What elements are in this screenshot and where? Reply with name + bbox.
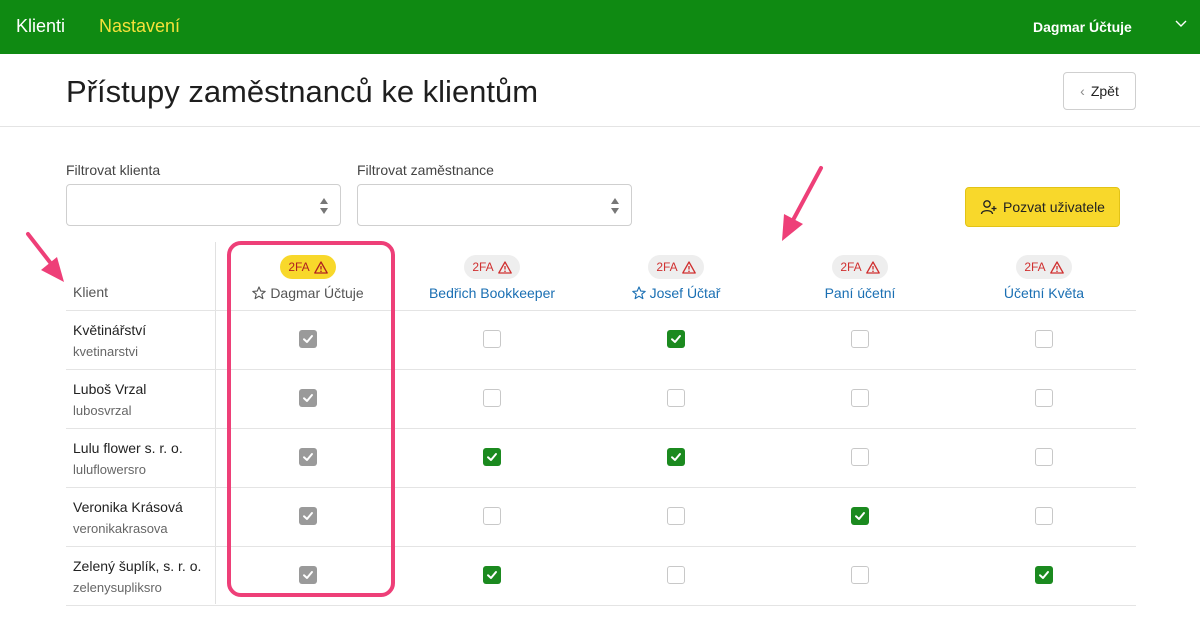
warning-icon <box>681 260 696 274</box>
client-identifier: zelenysupliksro <box>73 580 162 595</box>
annotation-arrow <box>782 166 823 241</box>
check-icon <box>671 453 681 461</box>
back-button[interactable]: ‹ Zpět <box>1063 72 1136 110</box>
page-header: Přístupy zaměstnanců ke klientům ‹ Zpět <box>0 54 1200 127</box>
2fa-badge-label: 2FA <box>1024 260 1046 274</box>
check-icon <box>487 453 497 461</box>
invite-user-label: Pozvat uživatele <box>1003 199 1105 215</box>
access-checkbox[interactable] <box>1035 448 1053 466</box>
employee-name[interactable]: Paní účetní <box>770 285 950 301</box>
2fa-warning-badge: 2FA <box>1016 255 1072 279</box>
employee-filter-select[interactable] <box>357 184 632 226</box>
client-identifier: veronikakrasova <box>73 521 168 536</box>
access-checkbox[interactable] <box>483 507 501 525</box>
employee-filter-label: Filtrovat zaměstnance <box>357 162 494 178</box>
access-checkbox[interactable] <box>667 330 685 348</box>
check-icon <box>1039 571 1049 579</box>
employee-column-header: 2FA Josef Účtař <box>586 255 766 301</box>
column-divider <box>215 242 216 604</box>
employee-column-header: 2FA Paní účetní <box>770 255 950 301</box>
invite-user-button[interactable]: Pozvat uživatele <box>965 187 1120 227</box>
2fa-badge-label: 2FA <box>840 260 862 274</box>
warning-icon <box>1049 260 1064 274</box>
warning-icon <box>497 260 512 274</box>
employee-name[interactable]: Josef Účtař <box>586 285 766 301</box>
access-checkbox[interactable] <box>483 448 501 466</box>
client-name: Květinářství <box>73 322 147 338</box>
2fa-badge-label: 2FA <box>656 260 678 274</box>
client-column-header: Klient <box>73 284 109 300</box>
warning-icon <box>865 260 880 274</box>
annotation-arrow <box>26 232 64 282</box>
access-checkbox[interactable] <box>851 566 869 584</box>
client-name: Luboš Vrzal <box>73 381 147 397</box>
access-checkbox[interactable] <box>851 330 869 348</box>
chevron-left-icon: ‹ <box>1080 83 1085 99</box>
access-checkbox[interactable] <box>851 507 869 525</box>
access-checkbox[interactable] <box>1035 330 1053 348</box>
access-checkbox[interactable] <box>851 389 869 407</box>
select-arrows-icon <box>611 198 619 214</box>
access-checkbox[interactable] <box>1035 566 1053 584</box>
employee-column-header: 2FA Bedřich Bookkeeper <box>402 255 582 301</box>
back-button-label: Zpět <box>1090 83 1119 99</box>
access-checkbox[interactable] <box>667 448 685 466</box>
row-divider <box>66 605 1136 606</box>
employee-name-label: Paní účetní <box>824 285 896 301</box>
access-checkbox[interactable] <box>667 566 685 584</box>
check-icon <box>487 571 497 579</box>
client-name: Zelený šuplík, s. r. o. <box>73 558 202 574</box>
select-arrows-icon <box>320 198 328 214</box>
highlight-box <box>227 241 395 597</box>
check-icon <box>671 335 681 343</box>
employee-name-label: Účetní Květa <box>1003 285 1085 301</box>
access-checkbox[interactable] <box>483 566 501 584</box>
page-title: Přístupy zaměstnanců ke klientům <box>66 74 539 109</box>
nav-nastaveni[interactable]: Nastavení <box>99 16 180 37</box>
check-icon <box>855 512 865 520</box>
employee-name[interactable]: Účetní Květa <box>954 285 1134 301</box>
client-identifier: luluflowersro <box>73 462 146 477</box>
client-filter-label: Filtrovat klienta <box>66 162 161 178</box>
access-checkbox[interactable] <box>1035 507 1053 525</box>
2fa-badge-label: 2FA <box>472 260 494 274</box>
top-navigation-bar: Klienti Nastavení Dagmar Účtuje <box>0 0 1200 54</box>
user-menu[interactable]: Dagmar Účtuje <box>1033 19 1132 35</box>
2fa-warning-badge: 2FA <box>648 255 704 279</box>
nav-klienti[interactable]: Klienti <box>16 16 65 37</box>
access-checkbox[interactable] <box>483 330 501 348</box>
employee-name-label: Bedřich Bookkeeper <box>428 285 556 301</box>
chevron-down-icon[interactable] <box>1174 16 1188 30</box>
client-identifier: lubosvrzal <box>73 403 132 418</box>
access-checkbox[interactable] <box>851 448 869 466</box>
access-checkbox[interactable] <box>1035 389 1053 407</box>
user-plus-icon <box>980 200 997 215</box>
employee-name-label: Josef Účtař <box>649 285 721 301</box>
access-checkbox[interactable] <box>483 389 501 407</box>
2fa-warning-badge: 2FA <box>464 255 520 279</box>
employee-name[interactable]: Bedřich Bookkeeper <box>402 285 582 301</box>
access-checkbox[interactable] <box>667 389 685 407</box>
client-name: Veronika Krásová <box>73 499 183 515</box>
employee-column-header: 2FA Účetní Květa <box>954 255 1134 301</box>
client-filter-select[interactable] <box>66 184 341 226</box>
access-checkbox[interactable] <box>667 507 685 525</box>
client-identifier: kvetinarstvi <box>73 344 139 359</box>
star-icon[interactable] <box>631 286 646 300</box>
client-name: Lulu flower s. r. o. <box>73 440 183 456</box>
2fa-warning-badge: 2FA <box>832 255 888 279</box>
